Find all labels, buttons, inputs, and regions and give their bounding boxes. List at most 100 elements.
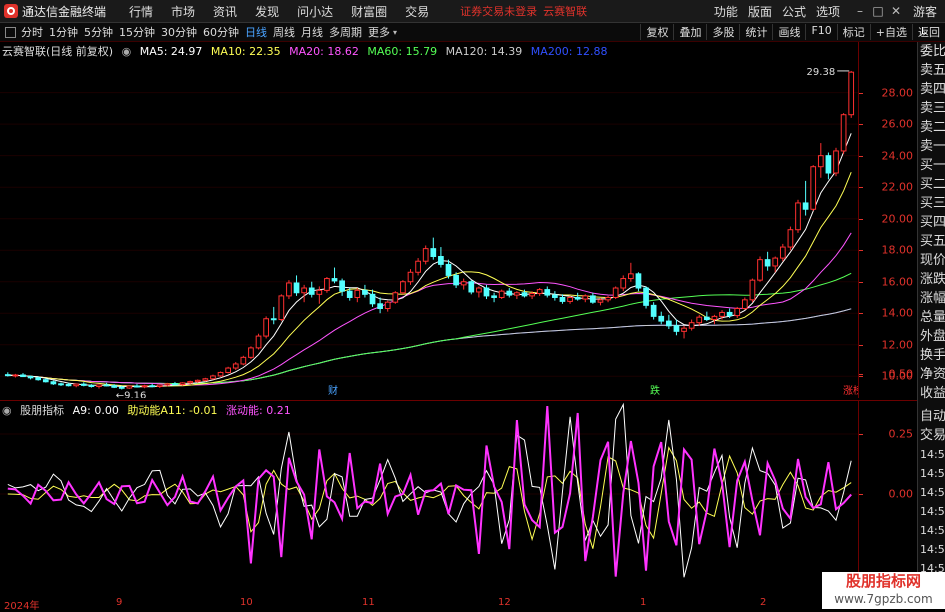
candle-body [58, 383, 64, 386]
indicator-axis-tick [859, 374, 863, 375]
tick-time: 14:56 [920, 543, 945, 556]
menu-jiaoyi[interactable]: 交易 [396, 3, 438, 20]
candle-body [301, 287, 307, 294]
maximize-icon[interactable]: □ [869, 4, 887, 18]
indicator-axis-tick [859, 434, 863, 435]
quote-field-label[interactable]: 卖二 [918, 118, 945, 137]
candle-body [567, 296, 573, 302]
quote-field-label[interactable]: 买四 [918, 213, 945, 232]
tool-diejia[interactable]: 叠加 [673, 24, 706, 40]
price-chart-canvas[interactable]: 29.38 ←9.16 财 跌 涨榜 [0, 42, 858, 398]
auto-trade-label[interactable]: 交易 [918, 426, 945, 445]
indicator-name[interactable]: 股朋指标 [20, 404, 64, 417]
candle-body [453, 274, 459, 286]
guest-user[interactable]: 游客 [913, 3, 937, 20]
period-tab-fenshi[interactable]: 分时 [18, 24, 46, 40]
ma-settings-icon[interactable]: ◉ [122, 45, 132, 58]
period-tab-15min[interactable]: 15分钟 [116, 24, 158, 40]
quote-field-label[interactable]: 涨跌 [918, 270, 945, 289]
period-tab-daily[interactable]: 日线 [242, 24, 270, 40]
period-tab-1min[interactable]: 1分钟 [46, 24, 81, 40]
quote-field-label[interactable]: 卖一 [918, 137, 945, 156]
menu-shichang[interactable]: 市场 [162, 3, 204, 20]
quote-field-label[interactable]: 买三 [918, 194, 945, 213]
candle-body [597, 299, 604, 303]
menu-caifuquan[interactable]: 财富圈 [342, 3, 396, 20]
high-price-label: 29.38 [807, 67, 836, 78]
menu-gongneng[interactable]: 功能 [709, 3, 743, 20]
period-tab-60min[interactable]: 60分钟 [200, 24, 242, 40]
date-axis-label: 12 [498, 597, 511, 608]
quote-field-label[interactable]: 净资 [918, 365, 945, 384]
quote-field-label[interactable]: 卖五 [918, 61, 945, 80]
candle-body [734, 308, 741, 317]
tool-duogu[interactable]: 多股 [706, 24, 739, 40]
menu-faxian[interactable]: 发现 [246, 3, 288, 20]
quote-field-label[interactable]: 卖四 [918, 80, 945, 99]
quote-panel[interactable]: 委比 卖五 卖四 卖三 卖二 卖一 买一 买二 买三 买四 买五 现价 涨跌 涨幅 总量 外盘 换手 净资 收益自动… [917, 42, 945, 609]
price-axis-label: 22.00 [881, 180, 914, 194]
tick-time: 14:56 [920, 524, 945, 537]
candle-body [194, 379, 201, 383]
period-tab-multi[interactable]: 多周期 [326, 24, 365, 40]
candle-body [384, 301, 391, 310]
indicator-settings-icon[interactable]: ◉ [2, 404, 12, 417]
period-tab-weekly[interactable]: 周线 [270, 24, 298, 40]
indicator-canvas[interactable] [0, 401, 858, 599]
menu-zixun[interactable]: 资讯 [204, 3, 246, 20]
candle-body [536, 289, 543, 295]
event-marker-1: 跌 [650, 384, 660, 397]
price-chart[interactable]: 云赛智联(日线 前复权) ◉ MA5: 24.97 MA10: 22.35 MA… [0, 42, 858, 398]
quote-field-label[interactable]: 卖三 [918, 99, 945, 118]
tool-f10[interactable]: F10 [805, 24, 836, 40]
menu-xuanxiang[interactable]: 选项 [811, 3, 845, 20]
tool-fuquan[interactable]: 复权 [640, 24, 673, 40]
candle-body [627, 273, 634, 280]
quote-field-label[interactable]: 换手 [918, 346, 945, 365]
period-tab-monthly[interactable]: 月线 [298, 24, 326, 40]
close-icon[interactable]: ✕ [887, 4, 905, 18]
tool-biaoji[interactable]: 标记 [836, 24, 870, 40]
app-logo-icon [4, 4, 18, 18]
quote-field-label[interactable]: 现价 [918, 251, 945, 270]
candle-body [650, 304, 657, 317]
tool-fanhui[interactable]: 返回 [912, 24, 945, 40]
menu-gongshi[interactable]: 公式 [777, 3, 811, 20]
quote-field-label[interactable]: 涨幅 [918, 289, 945, 308]
period-tab-5min[interactable]: 5分钟 [81, 24, 116, 40]
quote-field-label[interactable]: 委比 [918, 42, 945, 61]
candle-body [582, 295, 589, 300]
menu-hangqing[interactable]: 行情 [120, 3, 162, 20]
candle-body [422, 248, 429, 262]
tool-huaxian[interactable]: 画线 [772, 24, 805, 40]
zhangdongneng-label: 涨动能: 0.21 [226, 404, 291, 417]
candle-body [339, 280, 345, 292]
date-axis-label: 10 [240, 597, 253, 608]
candle-body [293, 282, 300, 294]
quote-field-label[interactable]: 总量 [918, 308, 945, 327]
tool-tongji[interactable]: 统计 [739, 24, 772, 40]
candle-body [559, 296, 566, 302]
indicator-chart[interactable]: ◉ 股朋指标 A9: 0.00 助动能A11: -0.01 涨动能: 0.21 [0, 400, 858, 599]
candle-body [491, 295, 497, 298]
minimize-icon[interactable]: – [851, 4, 869, 18]
candle-body [848, 71, 855, 116]
tool-zixuan[interactable]: +自选 [869, 24, 912, 40]
menu-wenxiaoda[interactable]: 问小达 [288, 3, 342, 20]
period-tab-more[interactable]: 更多 [365, 24, 393, 40]
trade-login-status[interactable]: 证券交易未登录 [460, 3, 537, 19]
more-dropdown-icon[interactable]: ▾ [393, 28, 397, 37]
ma120-line [7, 308, 852, 384]
quote-field-label[interactable]: 外盘 [918, 327, 945, 346]
menu-banmian[interactable]: 版面 [743, 3, 777, 20]
quote-field-label[interactable]: 买五 [918, 232, 945, 251]
quote-field-label[interactable]: 买二 [918, 175, 945, 194]
auto-trade-label[interactable]: 自动 [918, 407, 945, 426]
grid-toggle-icon[interactable] [5, 26, 16, 38]
ma10-line [7, 172, 852, 387]
quote-field-label[interactable]: 收益 [918, 384, 945, 403]
quote-field-label[interactable]: 买一 [918, 156, 945, 175]
period-tab-30min[interactable]: 30分钟 [158, 24, 200, 40]
candle-body [156, 384, 163, 387]
candle-body [795, 202, 801, 231]
